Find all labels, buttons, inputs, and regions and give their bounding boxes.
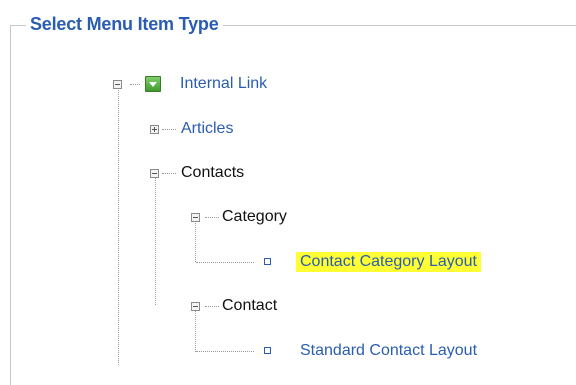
tree-node-category[interactable]: Category — [222, 207, 287, 227]
tree-connector — [162, 129, 176, 130]
tree-node-internal-link[interactable]: Internal Link — [180, 74, 267, 94]
leaf-bullet-icon — [264, 258, 271, 265]
collapse-toggle-icon[interactable] — [191, 302, 200, 311]
tree-connector — [130, 84, 140, 85]
leaf-bullet-icon — [264, 347, 271, 354]
tree-node-articles[interactable]: Articles — [181, 119, 233, 139]
tree-guide-contact — [195, 310, 196, 352]
collapse-toggle-icon[interactable] — [113, 80, 122, 89]
tree-connector — [196, 262, 254, 263]
collapse-toggle-icon[interactable] — [191, 213, 200, 222]
fieldset-legend: Select Menu Item Type — [26, 12, 223, 36]
tree-guide-contacts — [155, 175, 156, 305]
tree-node-contacts[interactable]: Contacts — [181, 163, 244, 183]
tree-connector — [205, 306, 219, 307]
tree-connector — [196, 351, 254, 352]
tree-guide-category — [195, 220, 196, 262]
tree-connector — [205, 217, 219, 218]
tree-node-contact[interactable]: Contact — [222, 296, 277, 316]
expand-toggle-icon[interactable] — [150, 125, 159, 134]
menu-type-fieldset — [10, 25, 576, 385]
tree-connector — [162, 173, 176, 174]
collapse-toggle-icon[interactable] — [150, 169, 159, 178]
tree-guide-main — [118, 88, 119, 365]
internal-link-folder-icon — [145, 76, 161, 92]
tree-node-standard-contact-layout[interactable]: Standard Contact Layout — [300, 341, 477, 361]
tree-node-contact-category-layout[interactable]: Contact Category Layout — [296, 252, 481, 272]
